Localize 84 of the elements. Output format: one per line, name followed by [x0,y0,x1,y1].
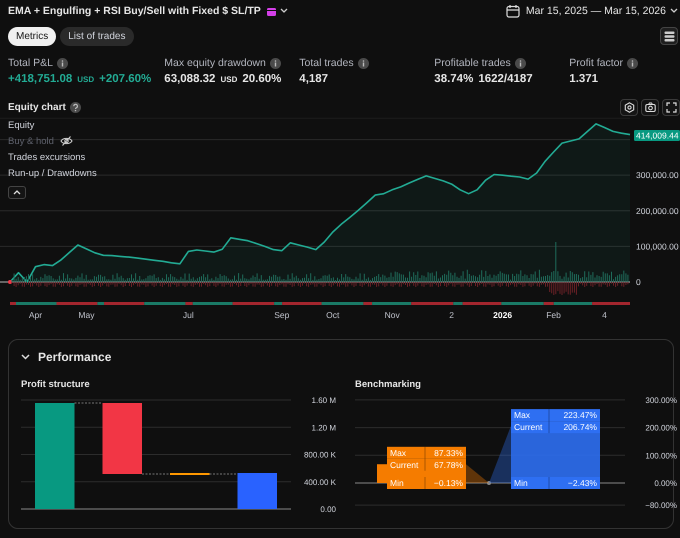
hidden-eye-icon[interactable] [60,136,73,146]
chevron-down-icon[interactable] [670,8,678,14]
fullscreen-icon[interactable] [666,102,676,112]
tooltip-value: 223.47% [563,410,597,420]
axis-label: −80.00% [645,501,677,510]
metric-label: Profitable trades [434,57,511,69]
info-icon[interactable] [626,58,638,68]
tooltip-value: −2.43% [568,478,597,488]
value-badge: 414,009.44 [634,130,680,141]
section-title: Performance [38,350,112,364]
tab[interactable]: List of trades [60,26,134,46]
tooltip-label: Max [514,410,530,420]
chevron-down-icon[interactable] [21,354,30,360]
info-icon[interactable] [358,58,369,68]
axis-label: Feb [546,310,561,320]
chart-title: Profit structure [21,379,91,392]
axis-label: 200,000.00 [636,206,679,216]
metric-label: Max equity drawdown [164,57,266,69]
axis-label: Nov [384,310,400,320]
legend-item[interactable]: Equity [8,120,34,130]
chevron-up-icon[interactable] [13,190,21,195]
date-range: Mar 15, 2025 — Mar 15, 2026 [526,5,666,17]
axis-label: 300,000.00 [636,170,679,180]
axis-label: Oct [326,310,340,320]
tooltip-value: −0.13% [434,478,463,488]
start-marker [8,280,12,284]
axis-label: 2 [449,310,454,320]
legend-item[interactable]: Run-up / Drawdowns [8,168,97,178]
axis-label: 1.60 M [312,396,336,405]
axis-label: 100.00% [645,451,677,460]
tooltip-value: 67.78% [434,460,463,470]
info-icon[interactable] [514,58,526,68]
collapse-button[interactable] [8,186,26,199]
metric-value: +418,751.08 [8,73,72,85]
chart-title: Benchmarking [355,379,422,392]
fullscreen-button[interactable] [662,98,680,116]
tooltip-label: Min [390,478,404,488]
currency-unit: USD [77,75,94,84]
chevron-down-icon[interactable] [280,8,288,14]
camera-button[interactable] [641,98,659,116]
layout-button[interactable] [660,27,678,45]
metric-label: Total P&L [8,57,53,69]
metric-value: 1.371 [569,73,598,85]
axis-label: Apr [28,310,42,320]
settings-icon[interactable] [624,102,634,112]
axis-label: 0.00 [320,505,336,514]
metric-value: 4,187 [299,73,328,85]
axis-label: 400.00 K [304,478,336,487]
axis-label: 300.00% [645,396,677,405]
strategy-title: EMA + Engulfing + RSI Buy/Sell with Fixed $ SL/TP [8,5,261,17]
metric-value: 20.60% [242,73,282,85]
info-icon[interactable] [270,58,281,68]
axis-label: 100,000.00 [636,241,679,252]
axis-label: Sep [274,310,290,320]
axis-label: 0.00% [654,479,677,488]
camera-icon[interactable] [644,102,656,112]
metric-label: Total trades [299,57,354,69]
chart-title: Equity chart [8,102,66,112]
menu-icon[interactable] [664,30,674,42]
axis-label: 1.20 M [312,423,336,432]
metric-label: Profit factor [569,57,623,69]
tab[interactable]: Metrics [8,26,56,46]
tooltip-label: Max [390,448,406,458]
axis-label: 0 [636,277,641,287]
tooltip-value: 87.33% [434,448,463,458]
settings-button[interactable] [620,98,638,116]
axis-label: 2026 [493,310,512,320]
tooltip-label: Min [514,478,528,488]
metric-value: 63,088.32 [164,73,216,85]
axis-label: 800.00 K [304,450,336,460]
info-icon[interactable] [56,58,68,68]
help-icon[interactable] [70,102,81,112]
axis-label: May [78,310,94,320]
metric-value: 1622/4187 [478,73,533,85]
metric-value: 38.74% [434,73,474,85]
tooltip-label: Current [390,460,418,470]
currency-unit: USD [220,75,238,84]
axis-label: 4 [602,310,607,320]
tooltip-label: Current [514,422,542,432]
axis-label: 200.00% [645,424,677,433]
legend-item[interactable]: Trades excursions [8,152,86,162]
axis-label: Jul [182,310,194,320]
metric-value: +207.60% [99,73,152,85]
tooltip-value: 206.74% [563,422,597,432]
